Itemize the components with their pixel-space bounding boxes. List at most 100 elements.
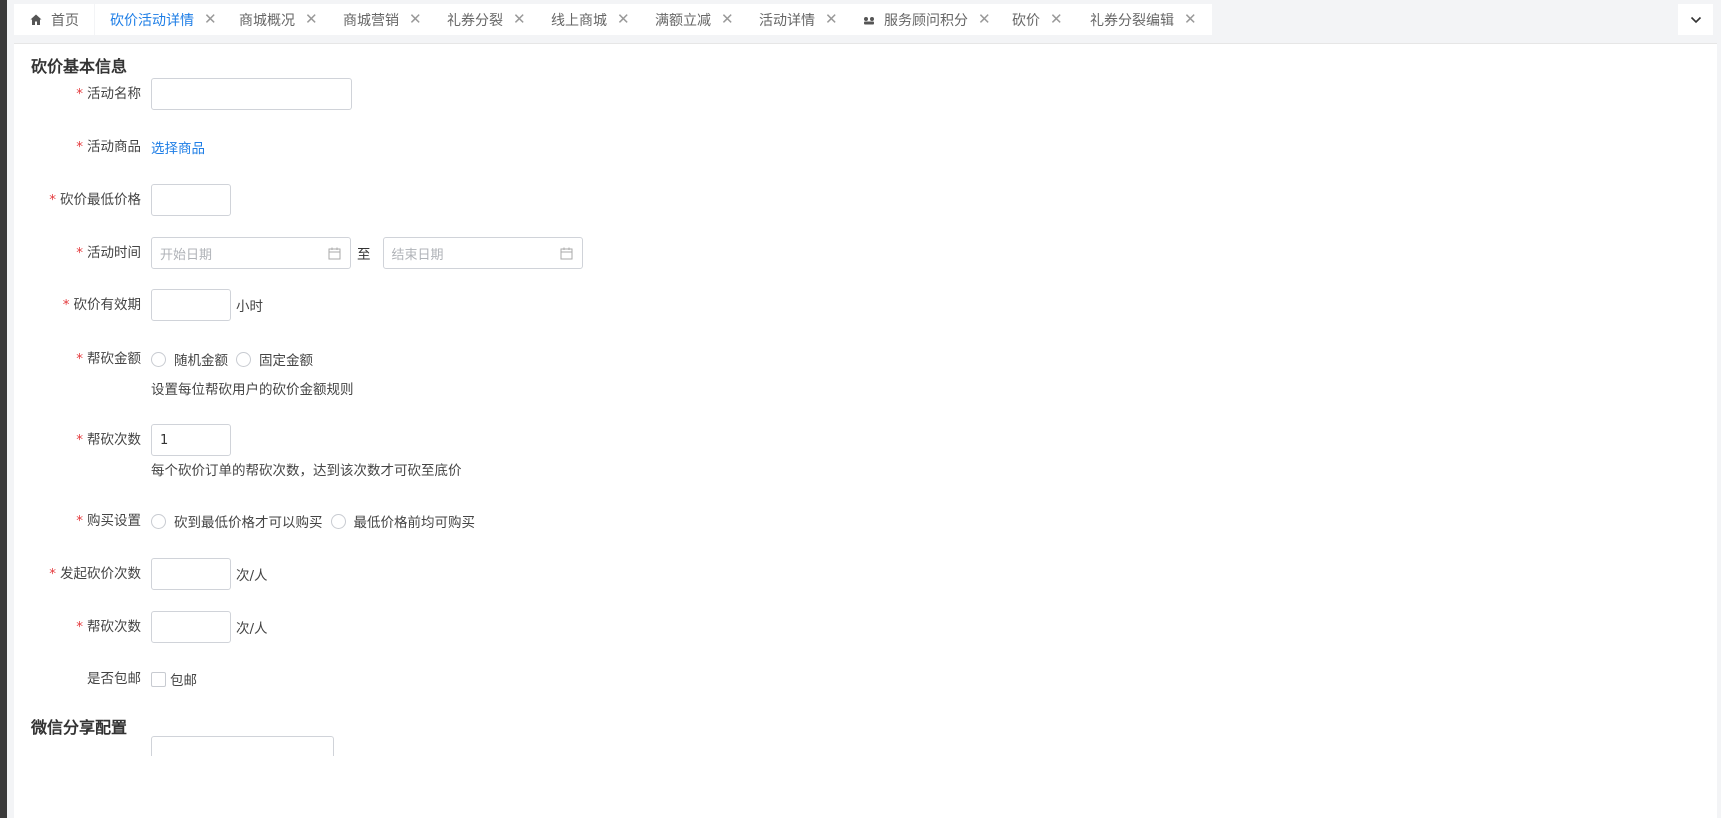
close-icon[interactable]: ✕ — [409, 12, 422, 27]
left-edge-bar — [0, 0, 7, 818]
section-title-basic-info: 砍价基本信息 — [31, 57, 128, 76]
hour-unit: 小时 — [236, 299, 263, 315]
home-icon — [29, 13, 43, 27]
field-label: * 活动名称 — [76, 86, 141, 102]
help-times-input[interactable] — [151, 424, 231, 456]
tab-service-advisor-points[interactable]: 服务顾问积分 ✕ — [847, 4, 1006, 35]
select-goods-link[interactable]: 选择商品 — [151, 137, 205, 157]
tab-label: 商城概况 — [239, 12, 295, 29]
required-mark: * — [62, 297, 70, 313]
help-times-per-person-input[interactable] — [151, 611, 231, 643]
tab-label: 服务顾问积分 — [884, 12, 968, 29]
close-icon[interactable]: ✕ — [1184, 12, 1197, 27]
fixed-amount-radio[interactable] — [236, 351, 251, 367]
close-icon[interactable]: ✕ — [825, 12, 838, 27]
required-mark: * — [76, 619, 83, 635]
field-label: * 帮砍金额 — [76, 351, 141, 367]
close-icon[interactable]: ✕ — [204, 12, 217, 27]
chevron-down-icon — [1690, 16, 1701, 23]
share-title-input[interactable] — [151, 736, 334, 756]
section-title-wechat-share: 微信分享配置 — [31, 718, 128, 737]
field-label: * 砍价最低价格 — [49, 192, 141, 208]
required-mark: * — [76, 86, 83, 102]
required-mark: * — [49, 192, 56, 208]
close-icon[interactable]: ✕ — [721, 12, 734, 27]
activity-name-input[interactable] — [151, 78, 352, 110]
tab-label: 砍价活动详情 — [110, 12, 194, 29]
help-times-hint: 每个砍价订单的帮砍次数，达到该次数才可砍至底价 — [151, 463, 462, 479]
required-mark: * — [76, 432, 83, 448]
form-row-activity-time: * 活动时间 开始日期 至 结束日期 — [14, 236, 1714, 270]
tab-label: 活动详情 — [759, 12, 815, 29]
form-row-min-price: * 砍价最低价格 — [14, 183, 1714, 217]
tab-bargain[interactable]: 砍价 ✕ — [997, 4, 1078, 35]
initiate-times-input[interactable] — [151, 558, 231, 590]
tab-mall-overview[interactable]: 商城概况 ✕ — [224, 4, 333, 35]
start-date-placeholder: 开始日期 — [160, 247, 213, 263]
field-label: * 发起砍价次数 — [49, 566, 141, 582]
field-label: * 活动时间 — [76, 245, 141, 261]
form-row-help-times: * 帮砍次数 — [14, 423, 1714, 457]
form-row-activity-name: * 活动名称 — [14, 77, 1714, 111]
end-date-picker[interactable]: 结束日期 — [382, 237, 583, 269]
tab-coupon-split-edit[interactable]: 礼券分裂编辑 ✕ — [1075, 4, 1212, 35]
tab-label: 线上商城 — [551, 12, 607, 29]
tab-more-button[interactable] — [1678, 4, 1713, 35]
close-icon[interactable]: ✕ — [1050, 12, 1063, 27]
main-content: 砍价基本信息 * 活动名称 * 活动商品 选择商品 * 砍价最低价格 * 活动时间 开始… — [14, 43, 1717, 818]
close-icon[interactable]: ✕ — [617, 12, 630, 27]
tab-label: 商城营销 — [343, 12, 399, 29]
random-amount-radio[interactable] — [151, 351, 166, 367]
validity-input[interactable] — [151, 289, 231, 321]
date-separator: 至 — [357, 247, 371, 263]
checkbox-label[interactable]: 包邮 — [170, 669, 197, 689]
help-amount-hint: 设置每位帮砍用户的砍价金额规则 — [151, 382, 354, 398]
per-person-unit: 次/人 — [236, 568, 268, 584]
calendar-icon — [560, 247, 572, 259]
tab-label: 满额立减 — [655, 12, 711, 29]
radio-label[interactable]: 最低价格前均可购买 — [354, 511, 476, 531]
service-icon — [862, 13, 876, 27]
required-mark: * — [76, 139, 83, 155]
tab-mall-marketing[interactable]: 商城营销 ✕ — [328, 4, 437, 35]
radio-label[interactable]: 固定金额 — [259, 349, 313, 369]
close-icon[interactable]: ✕ — [513, 12, 526, 27]
form-row-help-times-per-person: * 帮砍次数 次/人 — [14, 610, 1714, 644]
tab-coupon-split[interactable]: 礼券分裂 ✕ — [432, 4, 541, 35]
close-icon[interactable]: ✕ — [305, 12, 318, 27]
buy-before-lowest-radio[interactable] — [330, 513, 346, 529]
radio-label[interactable]: 随机金额 — [174, 349, 228, 369]
form-row-activity-goods: * 活动商品 选择商品 — [14, 130, 1714, 164]
required-mark: * — [76, 245, 83, 261]
form-row-free-shipping: 是否包邮 包邮 — [14, 662, 1714, 696]
close-icon[interactable]: ✕ — [978, 12, 991, 27]
required-mark: * — [49, 566, 56, 582]
form-row-help-amount: * 帮砍金额 随机金额 固定金额 — [14, 342, 1714, 376]
tab-bar: 首页 砍价活动详情 ✕ 商城概况 ✕ 商城营销 ✕ 礼券分裂 ✕ 线上商城 ✕ … — [7, 0, 1721, 40]
buy-at-lowest-radio[interactable] — [151, 513, 166, 529]
field-label: * 砍价有效期 — [62, 297, 141, 313]
form-row-initiate-times: * 发起砍价次数 次/人 — [14, 557, 1714, 591]
tab-label: 礼券分裂 — [447, 12, 503, 29]
free-shipping-checkbox[interactable] — [151, 671, 166, 687]
field-label: 是否包邮 — [87, 671, 141, 687]
radio-label[interactable]: 砍到最低价格才可以购买 — [174, 511, 323, 531]
tab-activity-detail[interactable]: 活动详情 ✕ — [744, 4, 853, 35]
field-label: * 帮砍次数 — [76, 619, 141, 635]
end-date-placeholder: 结束日期 — [391, 247, 444, 263]
field-label: * 帮砍次数 — [76, 432, 141, 448]
field-label: * 活动商品 — [76, 139, 141, 155]
start-date-picker[interactable]: 开始日期 — [151, 237, 351, 269]
required-mark: * — [76, 513, 83, 529]
tab-label: 砍价 — [1012, 12, 1040, 29]
tab-label: 首页 — [51, 12, 79, 29]
tab-full-reduction[interactable]: 满额立减 ✕ — [640, 4, 749, 35]
tab-home[interactable]: 首页 — [14, 4, 94, 35]
tab-bargain-activity-detail[interactable]: 砍价活动详情 ✕ — [95, 4, 232, 35]
form-row-purchase: * 购买设置 砍到最低价格才可以购买 最低价格前均可购买 — [14, 504, 1714, 538]
tab-label: 礼券分裂编辑 — [1090, 12, 1174, 29]
min-price-input[interactable] — [151, 184, 231, 216]
field-label: * 购买设置 — [76, 513, 141, 529]
tab-online-mall[interactable]: 线上商城 ✕ — [536, 4, 645, 35]
per-person-unit: 次/人 — [236, 621, 268, 637]
